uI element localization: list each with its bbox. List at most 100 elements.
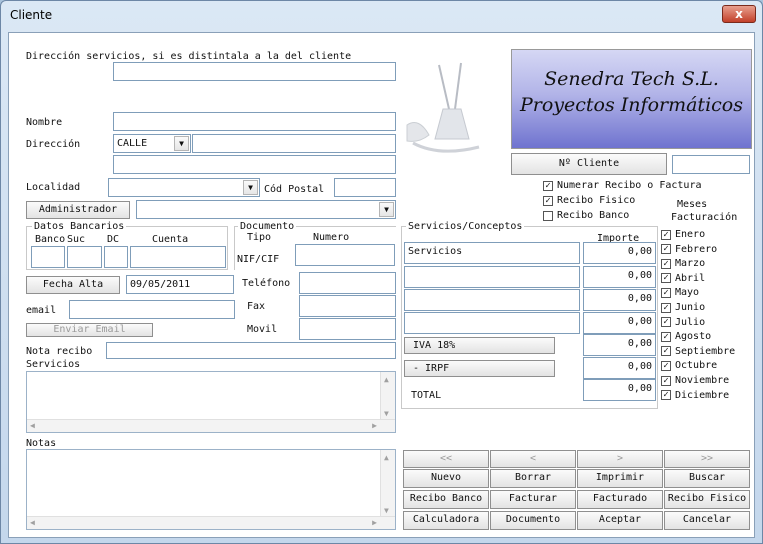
vertical-scrollbar[interactable]: ▲ ▼ xyxy=(380,450,395,517)
importe-input-4[interactable]: 0,00 xyxy=(583,312,656,334)
checkbox-box[interactable]: ✓ xyxy=(543,180,553,191)
via-type-select[interactable]: CALLE ▼ xyxy=(113,134,191,153)
movil-input[interactable] xyxy=(299,318,396,340)
checkbox-box[interactable]: ✓ xyxy=(661,302,671,313)
borrar-button[interactable]: Borrar xyxy=(490,469,576,488)
prev-record-button[interactable]: < xyxy=(490,450,576,468)
mes-noviembre-checkbox[interactable]: ✓ Noviembre xyxy=(661,375,729,386)
cliente-number-input[interactable] xyxy=(672,155,750,174)
concepto-input-1[interactable]: Servicios xyxy=(404,242,580,264)
mes-septiembre-checkbox[interactable]: ✓ Septiembre xyxy=(661,346,735,357)
chevron-down-icon[interactable]: ▼ xyxy=(379,202,394,217)
chevron-down-icon[interactable]: ▼ xyxy=(174,136,189,151)
cod-postal-input[interactable] xyxy=(334,178,396,197)
checkbox-box[interactable] xyxy=(543,210,553,221)
scroll-up-icon[interactable]: ▲ xyxy=(384,453,389,462)
checkbox-box[interactable]: ✓ xyxy=(543,195,553,206)
concepto-input-3[interactable] xyxy=(404,289,580,311)
administrador-button[interactable]: Administrador xyxy=(26,201,130,219)
buscar-button[interactable]: Buscar xyxy=(664,469,750,488)
cliente-number-button[interactable]: Nº Cliente xyxy=(511,153,667,175)
iva-button[interactable]: IVA 18% xyxy=(404,337,555,354)
checkbox-box[interactable]: ✓ xyxy=(661,390,671,401)
checkbox-box[interactable]: ✓ xyxy=(661,273,671,284)
imprimir-button[interactable]: Imprimir xyxy=(577,469,663,488)
nombre-input[interactable] xyxy=(113,112,396,131)
fecha-alta-input[interactable]: 09/05/2011 xyxy=(126,275,234,294)
mes-junio-checkbox[interactable]: ✓ Junio xyxy=(661,302,705,313)
horizontal-scrollbar[interactable]: ◀ ▶ xyxy=(27,516,395,529)
documento-button[interactable]: Documento xyxy=(490,511,576,530)
scroll-right-icon[interactable]: ▶ xyxy=(372,518,377,527)
mes-octubre-checkbox[interactable]: ✓ Octubre xyxy=(661,360,717,371)
checkbox-box[interactable]: ✓ xyxy=(661,229,671,240)
telefono-input[interactable] xyxy=(299,272,396,294)
first-record-button[interactable]: << xyxy=(403,450,489,468)
scroll-left-icon[interactable]: ◀ xyxy=(30,421,35,430)
mes-mayo-checkbox[interactable]: ✓ Mayo xyxy=(661,287,699,298)
mes-enero-checkbox[interactable]: ✓ Enero xyxy=(661,229,705,240)
facturado-button[interactable]: Facturado xyxy=(577,490,663,509)
importe-input-2[interactable]: 0,00 xyxy=(583,266,656,288)
enviar-email-button[interactable]: Enviar Email xyxy=(26,323,153,337)
direccion-2-input[interactable] xyxy=(113,155,396,174)
calculadora-button[interactable]: Calculadora xyxy=(403,511,489,530)
checkbox-box[interactable]: ✓ xyxy=(661,287,671,298)
recibo-fisico-checkbox[interactable]: ✓ Recibo Fisico xyxy=(543,195,635,206)
recibo-banco-checkbox[interactable]: Recibo Banco xyxy=(543,210,629,221)
fax-input[interactable] xyxy=(299,295,396,317)
checkbox-box[interactable]: ✓ xyxy=(661,346,671,357)
dc-input[interactable] xyxy=(104,246,128,268)
checkbox-box[interactable]: ✓ xyxy=(661,317,671,328)
checkbox-box[interactable]: ✓ xyxy=(661,375,671,386)
banco-input[interactable] xyxy=(31,246,65,268)
mes-julio-checkbox[interactable]: ✓ Julio xyxy=(661,317,705,328)
nuevo-button[interactable]: Nuevo xyxy=(403,469,489,488)
recibo-banco-button[interactable]: Recibo Banco xyxy=(403,490,489,509)
irpf-button[interactable]: - IRPF xyxy=(404,360,555,377)
cancelar-button[interactable]: Cancelar xyxy=(664,511,750,530)
notas-textarea[interactable]: ▲ ▼ ◀ ▶ xyxy=(26,449,396,530)
scroll-down-icon[interactable]: ▼ xyxy=(384,409,389,418)
scroll-right-icon[interactable]: ▶ xyxy=(372,421,377,430)
documento-numero-input[interactable] xyxy=(295,244,395,266)
concepto-input-4[interactable] xyxy=(404,312,580,334)
horizontal-scrollbar[interactable]: ◀ ▶ xyxy=(27,419,395,432)
direccion-input[interactable] xyxy=(192,134,396,153)
checkbox-box[interactable]: ✓ xyxy=(661,331,671,342)
scroll-down-icon[interactable]: ▼ xyxy=(384,506,389,515)
mes-diciembre-checkbox[interactable]: ✓ Diciembre xyxy=(661,390,729,401)
facturar-button[interactable]: Facturar xyxy=(490,490,576,509)
servicios-textarea[interactable]: ▲ ▼ ◀ ▶ xyxy=(26,371,396,433)
next-record-button[interactable]: > xyxy=(577,450,663,468)
checkbox-box[interactable]: ✓ xyxy=(661,244,671,255)
localidad-select[interactable]: ▼ xyxy=(108,178,260,197)
mes-agosto-checkbox[interactable]: ✓ Agosto xyxy=(661,331,711,342)
close-button[interactable]: x xyxy=(722,5,756,23)
recibo-fisico-button[interactable]: Recibo Fisico xyxy=(664,490,750,509)
numerar-recibo-checkbox[interactable]: ✓ Numerar Recibo o Factura xyxy=(543,180,702,191)
nota-recibo-input[interactable] xyxy=(106,342,396,359)
chevron-down-icon[interactable]: ▼ xyxy=(243,180,258,195)
tipo-label: Tipo xyxy=(247,232,272,243)
aceptar-button[interactable]: Aceptar xyxy=(577,511,663,530)
cuenta-input[interactable] xyxy=(130,246,226,268)
vertical-scrollbar[interactable]: ▲ ▼ xyxy=(380,372,395,420)
checkbox-box[interactable]: ✓ xyxy=(661,360,671,371)
suc-col-label: Suc xyxy=(67,234,86,245)
scroll-left-icon[interactable]: ◀ xyxy=(30,518,35,527)
checkbox-box[interactable]: ✓ xyxy=(661,258,671,269)
importe-input-3[interactable]: 0,00 xyxy=(583,289,656,311)
suc-input[interactable] xyxy=(67,246,102,268)
concepto-input-2[interactable] xyxy=(404,266,580,288)
last-record-button[interactable]: >> xyxy=(664,450,750,468)
administrador-select[interactable]: ▼ xyxy=(136,200,396,219)
fecha-alta-button[interactable]: Fecha Alta xyxy=(26,276,120,294)
scroll-up-icon[interactable]: ▲ xyxy=(384,375,389,384)
mes-marzo-checkbox[interactable]: ✓ Marzo xyxy=(661,258,705,269)
email-input[interactable] xyxy=(69,300,235,319)
mes-febrero-checkbox[interactable]: ✓ Febrero xyxy=(661,244,717,255)
importe-input-1[interactable]: 0,00 xyxy=(583,242,656,264)
direccion-servicios-input[interactable] xyxy=(113,62,396,81)
mes-abril-checkbox[interactable]: ✓ Abril xyxy=(661,273,705,284)
